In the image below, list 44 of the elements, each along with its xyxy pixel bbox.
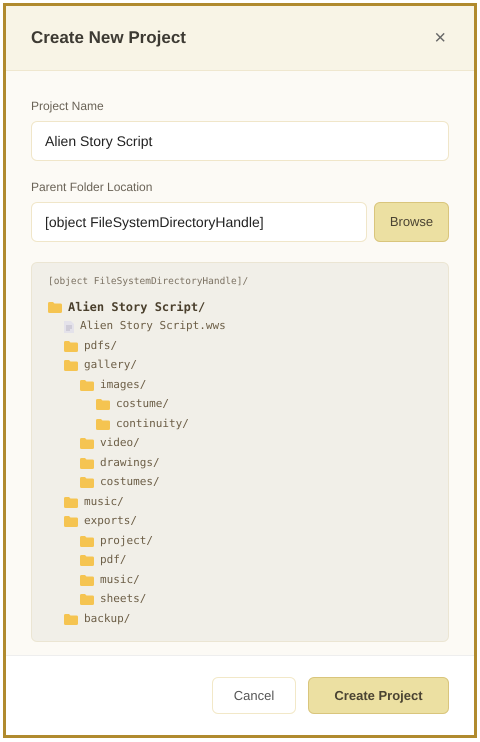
folder-name: music/: [100, 572, 140, 588]
folder-icon: [48, 302, 62, 312]
preview-path: [object FileSystemDirectoryHandle]/: [48, 275, 250, 289]
close-button[interactable]: ×: [434, 28, 446, 48]
folder-icon: [80, 594, 94, 605]
folder-name: continuity/: [116, 416, 189, 432]
field-label: Project Name: [31, 98, 105, 115]
folder-icon: [64, 496, 78, 508]
folder-icon: [96, 399, 110, 410]
folder-name: sheets/: [100, 591, 146, 608]
folder-name: project/: [100, 532, 153, 549]
folder-icon: [64, 340, 78, 352]
field-label: Parent Folder Location: [31, 179, 154, 196]
dialog-title: Create New Project: [31, 27, 186, 50]
folder-icon: [80, 458, 94, 468]
file-name: Alien Story Script.wws: [80, 318, 226, 334]
folder-name: pdfs/: [84, 338, 118, 354]
folder-icon: [80, 380, 94, 390]
file-icon: [64, 320, 74, 332]
folder-name: backup/: [84, 610, 130, 627]
folder-name: music/: [84, 494, 124, 510]
folder-name: costumes/: [100, 474, 160, 490]
folder-icon: [64, 360, 78, 371]
folder-location-field[interactable]: [object FileSystemDirectoryHandle]: [31, 202, 367, 242]
folder-icon: [80, 536, 94, 546]
folder-icon: [64, 614, 78, 624]
cancel-button[interactable]: Cancel: [212, 677, 296, 714]
folder-name: gallery/: [84, 357, 137, 374]
folder-name: images/: [100, 376, 146, 393]
folder-icon: [80, 477, 94, 488]
folder-name: pdf/: [100, 552, 126, 568]
folder-name: drawings/: [100, 454, 160, 471]
folder-icon: [96, 418, 110, 430]
folder-icon: [80, 574, 94, 586]
create-project-button[interactable]: Create Project: [308, 677, 449, 714]
folder-name: exports/: [84, 513, 137, 530]
folder-name: Alien Story Script/: [68, 299, 206, 316]
project-name-field[interactable]: Alien Story Script: [31, 121, 449, 161]
folder-name: costume/: [116, 396, 169, 412]
browse-button[interactable]: Browse: [374, 202, 449, 242]
folder-icon: [80, 555, 94, 566]
folder-name: video/: [100, 435, 140, 452]
folder-icon: [64, 516, 78, 527]
folder-icon: [80, 438, 94, 449]
